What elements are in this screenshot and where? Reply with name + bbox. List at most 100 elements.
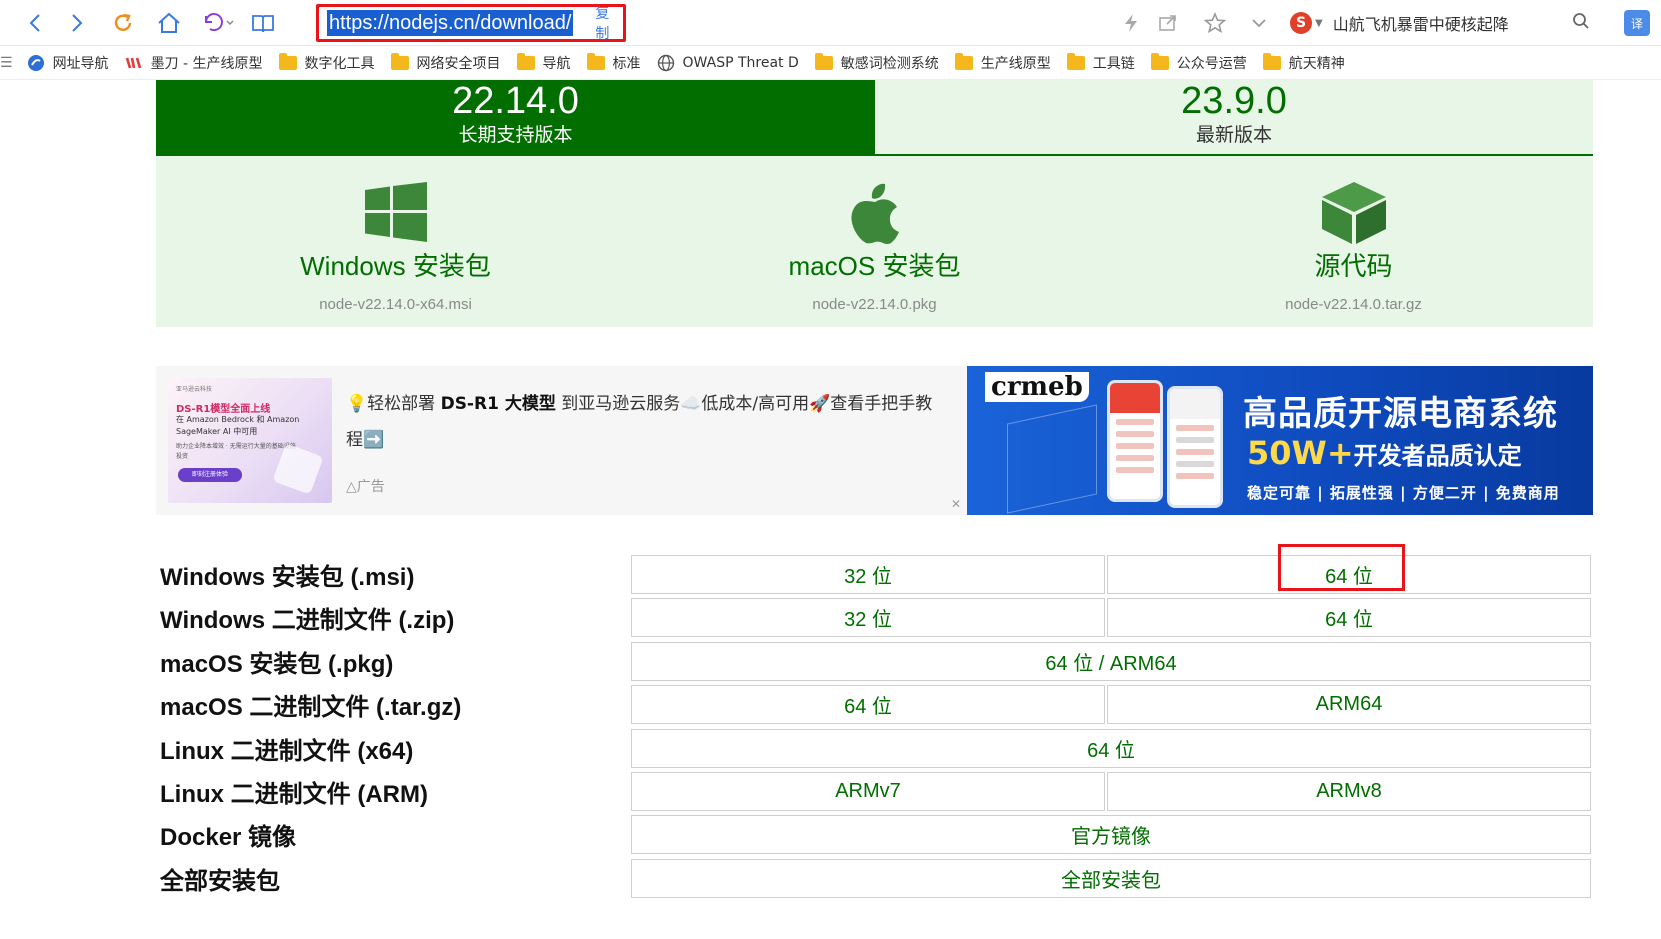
folder-icon [586, 52, 605, 70]
bookmark-item[interactable]: 墨刀 - 生产线原型 [125, 53, 263, 73]
download-row-label: macOS 二进制文件 (.tar.gz) [160, 694, 462, 721]
ad-sub-text: 开发者品质认定 [1353, 442, 1522, 470]
search-box[interactable]: S ▼ 山航飞机暴雷中硬核起降 [1290, 8, 1590, 38]
tab-lts-version[interactable]: 22.14.0 长期支持版本 [156, 80, 875, 154]
ad-thumb-button[interactable]: 即刻注册体验 [178, 468, 242, 482]
current-version-label: 最新版本 [1195, 124, 1272, 146]
windows-installer-link[interactable]: Windows 安装包 node-v22.14.0-x64.msi [156, 156, 635, 327]
download-link-cell[interactable]: 64 位 [631, 685, 1105, 724]
windows-icon [156, 182, 635, 242]
bookmark-label: 墨刀 - 生产线原型 [150, 55, 263, 72]
bookmark-item[interactable]: 导航 [516, 52, 571, 73]
search-engine-caret-icon[interactable]: ▼ [1315, 18, 1323, 29]
download-row-label: Windows 二进制文件 (.zip) [160, 607, 455, 634]
folder-icon [1262, 52, 1281, 70]
bookmark-item[interactable]: 数字化工具 [278, 52, 375, 73]
refresh-button[interactable] [108, 8, 138, 38]
folder-icon [1066, 52, 1085, 70]
lightning-icon[interactable] [1118, 10, 1144, 36]
lts-version-label: 长期支持版本 [458, 124, 573, 146]
tab-current-version[interactable]: 23.9.0 最新版本 [875, 80, 1593, 154]
bookmark-label: 航天精神 [1288, 55, 1345, 72]
ad-triangle-icon: △ [346, 479, 357, 495]
download-link-cell[interactable]: 全部安装包 [631, 859, 1591, 898]
download-link-cell[interactable]: 64 位 / ARM64 [631, 642, 1591, 681]
sogou-search-icon[interactable]: S [1290, 12, 1312, 34]
bookmark-item[interactable]: 航天精神 [1262, 52, 1345, 73]
chevron-down-icon[interactable] [1246, 10, 1272, 36]
download-row-label: 全部安装包 [160, 868, 280, 895]
ad-thumb-subtitle: 在 Amazon Bedrock 和 Amazon SageMaker AI 中… [176, 415, 300, 436]
bookmark-item[interactable]: 网址导航 [27, 53, 109, 73]
download-link-cell[interactable]: ARMv8 [1107, 772, 1591, 811]
bookmark-label: 敏感词检测系统 [840, 55, 939, 72]
chevron-left-icon [29, 14, 40, 32]
folder-icon [390, 52, 409, 70]
reader-button[interactable] [248, 8, 278, 38]
download-filename: node-v22.14.0-x64.msi [319, 296, 472, 313]
ad-text-prefix: 💡轻松部署 [346, 394, 441, 414]
download-filename: node-v22.14.0.pkg [812, 296, 937, 313]
download-name: 源代码 [1314, 251, 1393, 281]
bookmark-item[interactable]: 公众号运营 [1150, 52, 1247, 73]
folder-icon [1150, 52, 1169, 70]
close-icon[interactable]: ✕ [951, 497, 961, 511]
download-link-cell[interactable]: ARM64 [1107, 685, 1591, 724]
ad-subheadline: 50W+开发者品质认定 [1247, 434, 1522, 472]
ad-thumbnail[interactable]: 亚马逊云科技 DS-R1模型全面上线 在 Amazon Bedrock 和 Am… [168, 378, 332, 503]
ad-thumb-title: DS-R1模型全面上线 [176, 404, 271, 415]
download-row-label: Windows 安装包 (.msi) [160, 564, 415, 591]
url-text[interactable]: https://nodejs.cn/download/ [327, 10, 574, 36]
bookmark-label: 导航 [542, 55, 571, 72]
download-row-label: macOS 安装包 (.pkg) [160, 651, 394, 678]
search-icon[interactable] [1572, 12, 1590, 34]
download-link-cell[interactable]: 官方镜像 [631, 815, 1591, 854]
macos-installer-link[interactable]: macOS 安装包 node-v22.14.0.pkg [635, 156, 1114, 327]
ad-wireframe-graphic [1007, 404, 1097, 514]
translate-icon[interactable]: 译 [1624, 10, 1650, 36]
download-link-cell[interactable]: ARMv7 [631, 772, 1105, 811]
share-icon[interactable] [1155, 10, 1181, 36]
download-link-cell[interactable]: 64 位 [1107, 598, 1591, 637]
bookmark-item[interactable]: 敏感词检测系统 [814, 52, 939, 73]
bookmark-item[interactable]: 生产线原型 [954, 52, 1051, 73]
download-name: Windows 安装包 [300, 251, 491, 281]
ad-text[interactable]: 💡轻松部署 DS-R1 大模型 到亚马逊云服务☁️低成本/高可用🚀查看手把手教程… [346, 386, 946, 458]
crmeb-logo: crmeb [985, 372, 1089, 402]
bookmark-label: 数字化工具 [304, 55, 375, 72]
download-link-cell[interactable]: 32 位 [631, 598, 1105, 637]
download-name: macOS 安装包 [788, 251, 961, 281]
chevron-right-icon [72, 14, 83, 32]
folder-icon [278, 52, 297, 70]
ad-mark-text: 广告 [356, 479, 385, 495]
ad-tags: 稳定可靠 | 拓展性强 | 方便二开 | 免费商用 [1247, 484, 1560, 502]
search-hot-text[interactable]: 山航飞机暴雷中硬核起降 [1333, 11, 1509, 35]
folder-icon [516, 52, 535, 70]
home-icon [158, 12, 180, 33]
ad-thumb-brand: 亚马逊云科技 [176, 386, 213, 393]
copy-url-button[interactable]: 复制 [595, 3, 623, 43]
download-link-cell[interactable]: 32 位 [631, 555, 1105, 594]
folder-icon [954, 52, 973, 70]
download-filename: node-v22.14.0.tar.gz [1285, 296, 1422, 313]
undo-close-button[interactable] [196, 8, 240, 38]
bookmarks-overflow-icon[interactable]: ☰ [0, 55, 13, 71]
download-row-label: Linux 二进制文件 (x64) [160, 738, 414, 765]
current-version-number: 23.9.0 [1181, 80, 1287, 122]
address-bar[interactable]: https://nodejs.cn/download/ 复制 [316, 4, 626, 42]
bookmark-item[interactable]: 标准 [586, 52, 641, 73]
aws-ad-banner[interactable]: 亚马逊云科技 DS-R1模型全面上线 在 Amazon Bedrock 和 Am… [156, 366, 967, 515]
star-icon[interactable] [1202, 10, 1228, 36]
home-button[interactable] [154, 8, 184, 38]
crmeb-ad-banner[interactable]: crmeb 高品质开源电商系统 50W+开发者品质认定 稳定可靠 | 拓展性强 … [967, 366, 1593, 515]
bookmark-item[interactable]: 工具链 [1066, 52, 1135, 73]
download-link-cell[interactable]: 64 位 [1107, 555, 1591, 594]
bookmark-item[interactable]: OWASP Threat D [657, 54, 799, 72]
source-code-link[interactable]: 源代码 node-v22.14.0.tar.gz [1114, 156, 1593, 327]
download-link-cell[interactable]: 64 位 [631, 729, 1591, 768]
back-button[interactable] [20, 8, 50, 38]
undo-icon [205, 13, 234, 32]
bookmark-item[interactable]: 网络安全项目 [390, 52, 501, 73]
forward-button[interactable] [62, 8, 92, 38]
download-row-label: Docker 镜像 [160, 824, 297, 851]
